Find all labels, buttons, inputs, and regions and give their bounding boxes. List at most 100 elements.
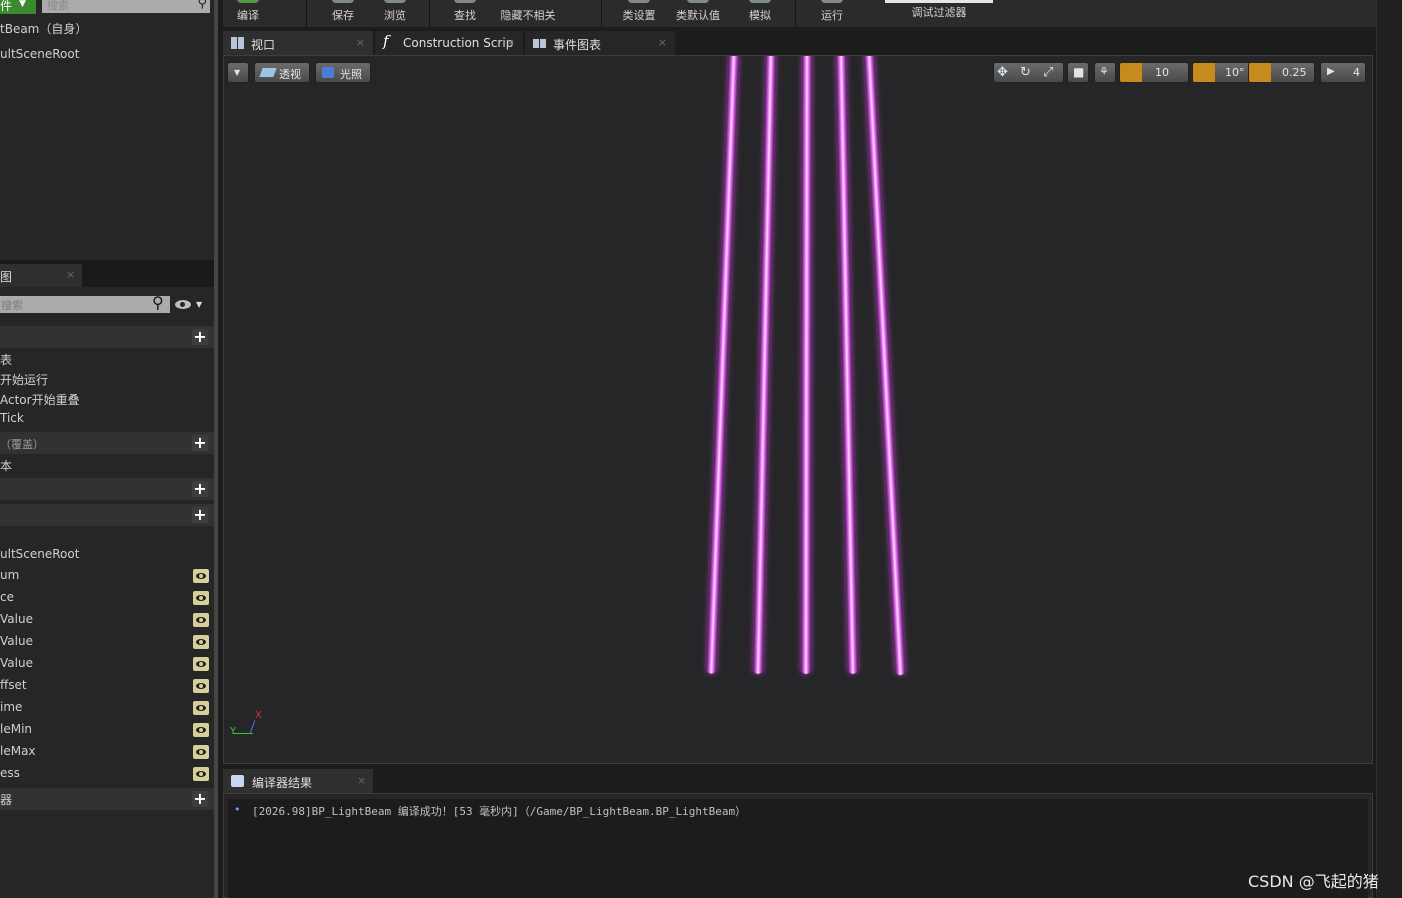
chevron-down-icon: ▼	[19, 0, 26, 9]
tab-event-graph[interactable]: 事件图表 ×	[525, 31, 675, 55]
eye-icon[interactable]	[193, 701, 209, 715]
graph-item[interactable]: Tick	[0, 411, 214, 425]
tab-construction-script[interactable]: f Construction Scrip ×	[375, 31, 523, 55]
browse-button[interactable]: 浏览	[372, 0, 418, 27]
rotation-snap-value: 10°	[1225, 66, 1245, 79]
search-icon[interactable]: ⚲	[197, 0, 207, 11]
add-graph-button[interactable]: +	[192, 329, 208, 345]
add-dispatcher-button[interactable]: +	[192, 791, 208, 807]
left-panel: 件 ▼ 搜索 ⚲ tBeam（自身） ultSceneRoot 图 × 搜索 ⚲…	[0, 0, 214, 898]
eye-icon[interactable]	[193, 613, 209, 627]
component-scene-root[interactable]: ultSceneRoot	[0, 47, 214, 61]
class-defaults-icon	[687, 0, 709, 3]
variable-item[interactable]: ce	[0, 590, 214, 604]
tab-my-blueprint-label: 图	[0, 270, 13, 284]
tab-compiler-results[interactable]: 编译器结果 ×	[223, 769, 373, 793]
scale-snap-button[interactable]: 0.25	[1248, 62, 1315, 83]
eye-icon[interactable]	[193, 745, 209, 759]
compile-label: 编译	[237, 9, 259, 22]
watermark: CSDN @飞起的猪	[1248, 872, 1379, 891]
perspective-label: 透视	[279, 68, 301, 81]
tab-viewport-label: 视口	[251, 38, 276, 52]
scale-snap-value: 0.25	[1282, 66, 1307, 79]
graph-item[interactable]: 表	[0, 351, 214, 368]
close-icon[interactable]: ×	[658, 36, 667, 49]
add-macro-button[interactable]: +	[192, 481, 208, 497]
close-icon[interactable]: ×	[506, 36, 515, 49]
eye-icon[interactable]	[193, 591, 209, 605]
graph-item[interactable]: 开始运行	[0, 371, 214, 388]
search-icon[interactable]: ⚲	[152, 293, 164, 312]
variable-item[interactable]: ffset	[0, 678, 214, 692]
variable-item[interactable]: leMax	[0, 744, 214, 758]
variable-item[interactable]: Value	[0, 656, 214, 670]
my-blueprint-search-input[interactable]: 搜索 ⚲	[0, 293, 170, 313]
axis-gizmo: Y X	[228, 706, 268, 746]
world-local-button[interactable]: ■	[1067, 62, 1089, 83]
find-button[interactable]: 查找	[442, 0, 488, 27]
viewport[interactable]: ▼ 透视 光照 ✥ ↻ ⤢ ■ ⚘ 10 10° 0.25 ▶ 4 Y X	[223, 55, 1373, 764]
eye-icon[interactable]	[193, 723, 209, 737]
hide-unrelated-button[interactable]: 隐藏不相关	[495, 0, 561, 27]
event-dispatchers-label: 器	[0, 793, 13, 807]
scale-icon[interactable]: ⤢	[1043, 65, 1053, 80]
compile-button[interactable]: 编译	[225, 0, 271, 27]
close-icon[interactable]: ×	[66, 268, 75, 281]
components-add-dropdown[interactable]: 件 ▼	[0, 0, 36, 14]
play-button[interactable]: 运行	[809, 0, 855, 27]
debug-filter-dropdown[interactable]: 调试过滤器	[885, 0, 993, 20]
bullet-icon: •	[234, 803, 241, 816]
functions-category[interactable]: （覆盖） +	[0, 432, 214, 454]
camera-icon: ▶	[1327, 66, 1335, 77]
class-settings-label: 类设置	[622, 9, 656, 22]
tab-my-blueprint[interactable]: 图 ×	[0, 264, 82, 287]
eye-icon[interactable]	[193, 657, 209, 671]
variable-item[interactable]: ime	[0, 700, 214, 714]
component-self[interactable]: tBeam（自身）	[0, 20, 214, 37]
close-icon[interactable]: ×	[357, 774, 366, 787]
compiler-results-icon	[231, 775, 244, 787]
eye-icon[interactable]	[193, 569, 209, 583]
graphs-category[interactable]: +	[0, 326, 214, 348]
class-defaults-label: 类默认值	[676, 9, 720, 22]
eye-icon[interactable]	[193, 679, 209, 693]
translate-icon[interactable]: ✥	[997, 65, 1008, 80]
add-function-button[interactable]: +	[192, 435, 208, 451]
eye-icon[interactable]	[193, 635, 209, 649]
perspective-button[interactable]: 透视	[254, 62, 310, 83]
visibility-eye-icon[interactable]	[175, 300, 191, 309]
save-button[interactable]: 保存	[320, 0, 366, 27]
compiler-message: [2026.98]BP_LightBeam 编译成功！[53 毫秒内]（/Gam…	[252, 805, 747, 818]
camera-speed-button[interactable]: ▶ 4	[1320, 62, 1366, 83]
variable-item[interactable]: Value	[0, 634, 214, 648]
event-dispatchers-category[interactable]: 器 +	[0, 788, 214, 810]
surface-snap-button[interactable]: ⚘	[1094, 62, 1116, 83]
function-item[interactable]: 本	[0, 457, 214, 474]
add-variable-button[interactable]: +	[192, 507, 208, 523]
eye-icon[interactable]	[193, 767, 209, 781]
toolbar-separator	[601, 0, 602, 27]
variables-category[interactable]: +	[0, 504, 214, 526]
grid-snap-button[interactable]: 10	[1119, 62, 1189, 83]
toolbar-separator	[429, 0, 430, 27]
axis-x-label: X	[255, 710, 262, 721]
chevron-down-icon[interactable]: ▼	[196, 300, 202, 309]
simulate-button[interactable]: 模拟	[737, 0, 783, 27]
viewport-options-button[interactable]: ▼	[227, 62, 249, 83]
tab-viewport[interactable]: 视口 ×	[223, 31, 373, 55]
function-icon: f	[383, 32, 389, 50]
variable-item[interactable]: leMin	[0, 722, 214, 736]
components-search-input[interactable]: 搜索 ⚲	[42, 0, 210, 13]
camera-speed-value: 4	[1353, 66, 1360, 79]
variable-item[interactable]: ess	[0, 766, 214, 780]
variable-item[interactable]: Value	[0, 612, 214, 626]
rotate-icon[interactable]: ↻	[1020, 65, 1031, 80]
light-beam	[800, 56, 812, 675]
graph-item[interactable]: Actor开始重叠	[0, 391, 214, 408]
macros-category[interactable]: +	[0, 478, 214, 500]
variable-item[interactable]: um	[0, 568, 214, 582]
class-settings-button[interactable]: 类设置	[616, 0, 662, 27]
class-defaults-button[interactable]: 类默认值	[670, 0, 726, 27]
close-icon[interactable]: ×	[356, 36, 365, 49]
lit-button[interactable]: 光照	[315, 62, 371, 83]
